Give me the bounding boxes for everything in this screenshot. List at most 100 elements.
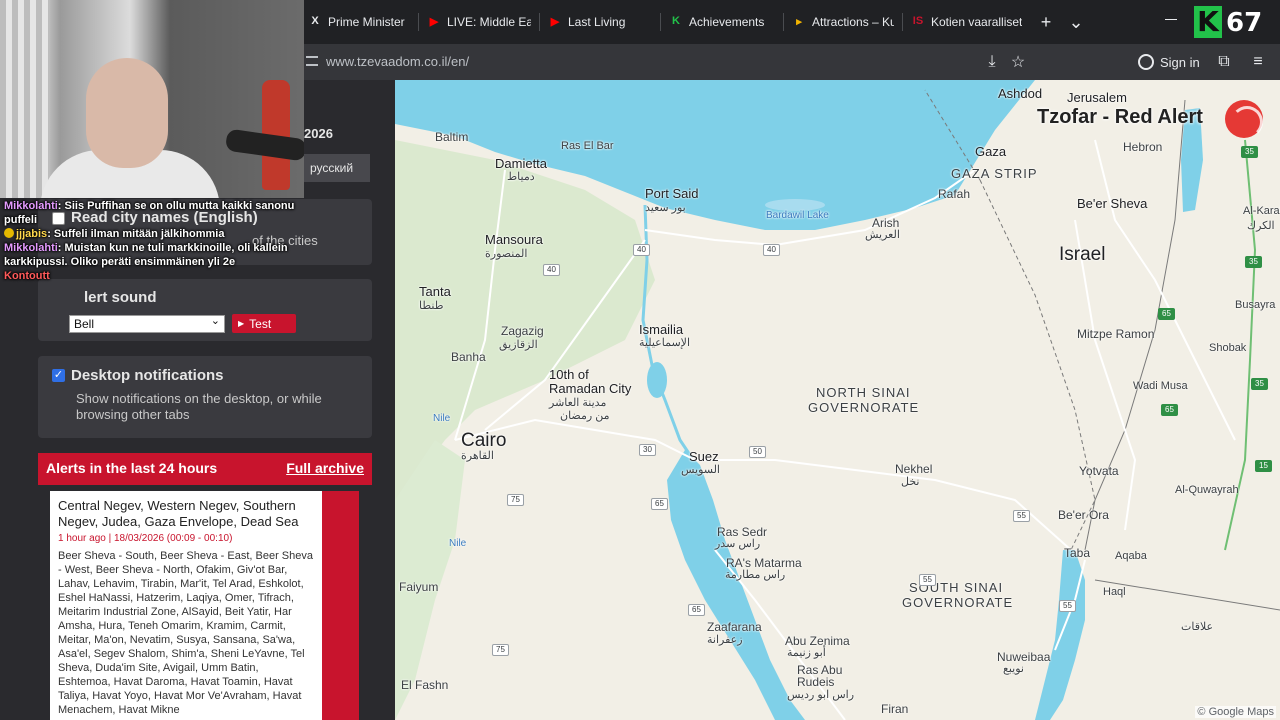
browser-tab[interactable]: ▶ Last Living [540, 0, 660, 44]
map-place-label: Taba [1064, 546, 1091, 560]
road-number-shield: 30 [639, 444, 656, 456]
chat-message: Mikkolahti: Muistan kun ne tuli markkino… [4, 241, 314, 269]
map-place-label: Tanta [419, 284, 451, 299]
webcam-curtain [0, 0, 50, 198]
site-info-icon[interactable] [306, 56, 318, 66]
browser-tab[interactable]: ▸ Attractions – Ku [784, 0, 902, 44]
road-number-shield: 50 [749, 446, 766, 458]
minimize-icon[interactable] [1164, 12, 1178, 26]
road-number-shield: 35 [1251, 378, 1268, 390]
test-sound-button[interactable]: ▶ Test [232, 314, 296, 333]
browser-tab[interactable]: ▶ LIVE: Middle Ea [419, 0, 539, 44]
map-place-label: من رمضان [560, 410, 610, 422]
map-place-label: الكرك [1247, 220, 1275, 232]
road-number-shield: 15 [1255, 460, 1272, 472]
language-button-russian[interactable]: русский [304, 154, 370, 182]
map-place-label: Al-Karak [1243, 205, 1280, 217]
map-place-label: Yotvata [1079, 464, 1119, 478]
viewer-count: 67 [1226, 8, 1263, 38]
map-place-label: Ismailia [639, 322, 684, 337]
road-number-shield: 55 [1059, 600, 1076, 612]
address-toolbar: www.tzevaadom.co.il/en/ ⤓ ☆ Sign in ⧉ ≡ [300, 44, 1280, 80]
chat-username[interactable]: Mikkolahti [4, 200, 58, 212]
chat-username[interactable]: jjjabis [16, 228, 47, 240]
new-tab-button[interactable]: + [1031, 7, 1061, 37]
map-place-label: Aqaba [1115, 550, 1147, 562]
desktop-notifications-label: Desktop notifications [71, 367, 224, 384]
map-place-label: Be'er Sheva [1077, 196, 1148, 211]
map-place-label: Nile [433, 413, 451, 424]
youtube-icon: ▶ [550, 15, 560, 28]
chat-badge-icon [4, 228, 14, 238]
map-place-label: NORTH SINAI [816, 385, 911, 400]
map-place-label: راس مطارمة [725, 569, 786, 581]
full-archive-link[interactable]: Full archive [286, 460, 364, 476]
tab-title: Prime Minister [328, 15, 405, 29]
flag-icon: ▸ [796, 15, 802, 28]
bookmark-star-icon[interactable]: ☆ [1008, 52, 1028, 72]
chat-text: Suffeli ilman mitään jälkihommia [53, 228, 225, 240]
road-number-shield: 65 [1161, 404, 1178, 416]
road-number-shield: 65 [688, 604, 705, 616]
road-number-shield: 65 [651, 498, 668, 510]
install-app-icon[interactable]: ⤓ [982, 52, 1002, 72]
map-place-label: Haql [1103, 586, 1126, 598]
chat-username[interactable]: Kontoutt [4, 270, 50, 282]
map-place-label: راس ابو رديس [787, 689, 855, 701]
road-number-shield: 75 [492, 644, 509, 656]
road-number-shield: 40 [763, 244, 780, 256]
menu-icon[interactable]: ≡ [1248, 52, 1268, 72]
address-bar[interactable]: www.tzevaadom.co.il/en/ [326, 54, 469, 69]
desktop-notifications-checkbox[interactable]: ✓ [52, 369, 65, 382]
tab-title: Attractions – Ku [812, 15, 894, 29]
tzofar-logo-icon [1225, 100, 1263, 138]
extensions-icon[interactable]: ⧉ [1214, 52, 1234, 72]
chat-username[interactable]: Mikkolahti [4, 242, 58, 254]
map-place-label: Rudeis [797, 675, 835, 689]
alert-item[interactable]: Central Negev, Western Negev, Southern N… [50, 491, 322, 720]
map-place-label: Ramadan City [549, 381, 632, 396]
chat-message: Kontoutt [4, 269, 314, 283]
map-place-label: الإسماعيلية [639, 337, 690, 349]
map-place-label: El Fashn [401, 678, 449, 692]
account-icon [1138, 54, 1154, 70]
alert-sound-label: lert sound [84, 289, 157, 306]
map-place-label: GOVERNORATE [808, 400, 920, 415]
map-place-label: Al-Quwayrah [1175, 484, 1239, 496]
browser-tab[interactable]: K Achievements [661, 0, 783, 44]
map-place-label: راس سدر [715, 538, 761, 550]
year-text: 2026 [304, 126, 333, 141]
road-number-shield: 55 [1013, 510, 1030, 522]
tab-search-button[interactable]: ⌄ [1061, 7, 1091, 37]
map-place-label: Jerusalem [1067, 90, 1127, 105]
map-place-label: Rafah [938, 187, 971, 201]
map-place-label: Zaafarana [707, 620, 762, 634]
map-place-label: Ras El Bar [561, 140, 614, 152]
is-icon: IS [912, 15, 924, 27]
alert-sound-select[interactable]: Bell [69, 314, 225, 333]
alerts-heading: Alerts in the last 24 hours [46, 460, 218, 476]
map-place-label: Busayra [1235, 299, 1276, 311]
browser-tab[interactable]: X Prime Minister [300, 0, 418, 44]
tab-list: X Prime Minister ▶ LIVE: Middle Ea ▶ Last Liv… [300, 0, 1031, 44]
road-number-shield: 35 [1245, 256, 1262, 268]
map-place-label: نويبع [1003, 663, 1024, 675]
map-place-label: 10th of [549, 367, 589, 382]
map-place-label: GOVERNORATE [902, 595, 1014, 610]
road-number-shield: 40 [633, 244, 650, 256]
alert-side-bar [322, 491, 359, 720]
map[interactable]: Ashdod Jerusalem Gaza GAZA STRIP Rafah Hebron… [395, 80, 1280, 720]
map-place-label: GAZA STRIP [951, 166, 1038, 181]
map-place-label: Mansoura [485, 232, 543, 247]
webcam-overlay [0, 0, 304, 198]
map-place-label: Damietta [495, 156, 548, 171]
alert-regions: Central Negev, Western Negev, Southern N… [58, 498, 299, 529]
tab-title: LIVE: Middle Ea [447, 15, 531, 29]
browser-tab[interactable]: IS Kotien vaaralliset [903, 0, 1031, 44]
sign-in-button[interactable]: Sign in [1138, 50, 1200, 74]
map-place-label: دمياط [507, 171, 535, 183]
map-place-label: زعفرانة [707, 634, 743, 646]
map-place-label: Zagazig [501, 324, 544, 338]
map-place-label: Israel [1059, 244, 1106, 265]
chat-separator: : [57, 200, 65, 212]
